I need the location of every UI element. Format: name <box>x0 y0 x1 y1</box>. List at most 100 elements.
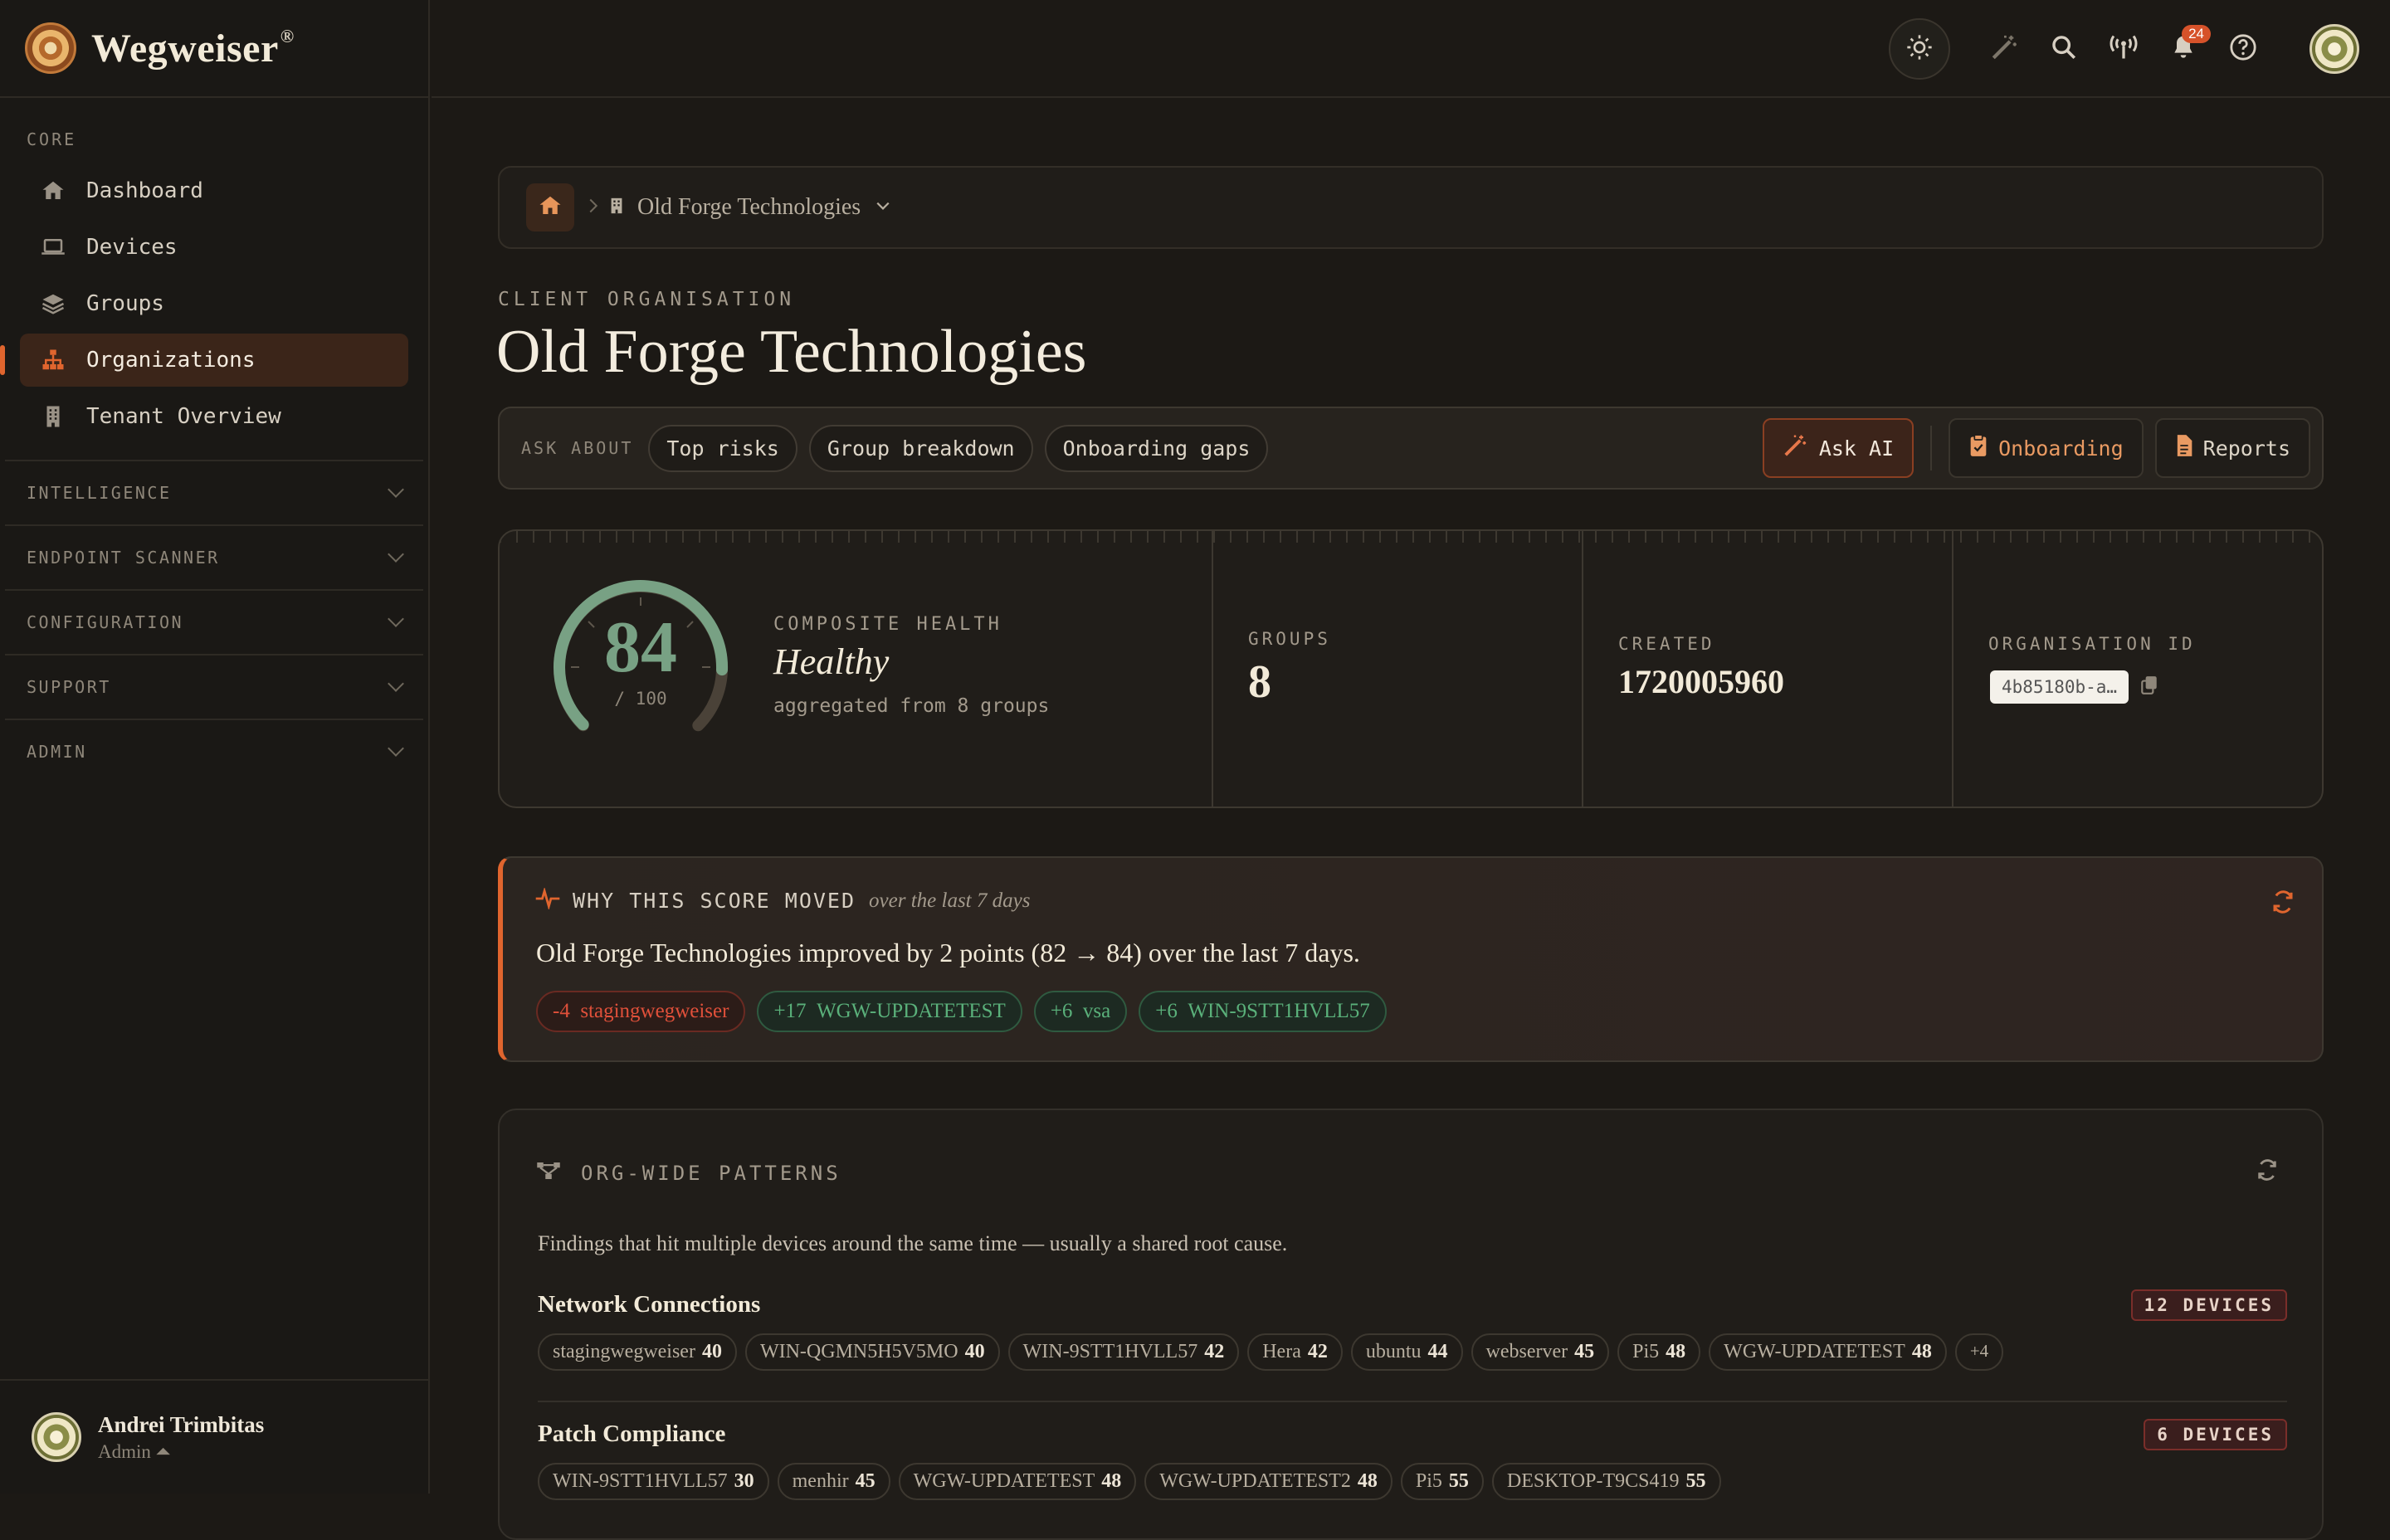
brand-logo <box>25 22 76 74</box>
score-movement-summary: Old Forge Technologies improved by 2 poi… <box>536 938 1360 967</box>
reports-button[interactable]: Reports <box>2154 418 2310 478</box>
chevron-down-icon <box>388 611 404 627</box>
device-chip[interactable]: Hera 42 <box>1247 1333 1343 1371</box>
composite-health-value: Healthy <box>773 641 890 682</box>
sidebar-item-organizations[interactable]: Organizations <box>0 334 408 387</box>
sidebar-item-tenant-overview[interactable]: Tenant Overview <box>20 390 408 443</box>
notifications-button[interactable]: 24 <box>2158 23 2211 75</box>
device-chip[interactable]: WGW-UPDATETEST 48 <box>898 1463 1137 1500</box>
sidebar-item-label: Groups <box>86 291 164 316</box>
device-chip[interactable]: stagingwegweiser 40 <box>538 1333 737 1371</box>
sidebar-section-admin[interactable]: ADMIN <box>5 719 423 783</box>
graph-nodes-icon <box>536 1160 561 1186</box>
ask-ai-label: Ask AI <box>1818 436 1895 461</box>
sidebar: Wegweiser® CORE Dashboard Devices Groups… <box>0 0 430 1494</box>
sidebar-item-label: Dashboard <box>86 178 203 203</box>
ask-chip-top-risks[interactable]: Top risks <box>648 424 797 472</box>
sun-icon <box>1906 34 1933 65</box>
sidebar-section-endpoint-scanner[interactable]: ENDPOINT SCANNER <box>5 524 423 589</box>
theme-toggle-button[interactable] <box>1889 18 1950 80</box>
user-name: Andrei Trimbitas <box>98 1411 265 1437</box>
device-chip[interactable]: webserver 45 <box>1471 1333 1610 1371</box>
device-chip[interactable]: menhir 45 <box>777 1463 890 1500</box>
device-chip[interactable]: Pi5 55 <box>1400 1463 1484 1500</box>
device-chip[interactable]: ubuntu 44 <box>1350 1333 1463 1371</box>
magic-wand-icon <box>1990 33 2018 66</box>
more-devices-chip[interactable]: +4 <box>1954 1333 2004 1371</box>
sidebar-section-support[interactable]: SUPPORT <box>5 654 423 719</box>
onboarding-label: Onboarding <box>1998 436 2124 461</box>
breadcrumb-org-dropdown[interactable]: Old Forge Technologies <box>637 194 861 221</box>
pattern-row[interactable]: Patch Compliance 6 DEVICES WIN-9STT1HVLL… <box>538 1419 2287 1500</box>
building-icon <box>40 403 66 430</box>
help-icon <box>2229 33 2257 66</box>
chevron-down-icon[interactable] <box>876 200 890 216</box>
broadcast-button[interactable] <box>2098 23 2149 75</box>
sidebar-item-label: Tenant Overview <box>86 404 281 429</box>
device-chips: stagingwegweiser 40 WIN-QGMN5H5V5MO 40 WIN… <box>538 1333 2287 1371</box>
score-movement-panel: WHY THIS SCORE MOVED over the last 7 day… <box>498 856 2324 1062</box>
device-count-badge: 6 DEVICES <box>2144 1419 2287 1450</box>
sidebar-section-configuration[interactable]: CONFIGURATION <box>5 589 423 654</box>
search-button[interactable] <box>2038 23 2090 75</box>
page-title: Old Forge Technologies <box>496 318 1087 386</box>
search-icon <box>2050 33 2078 66</box>
home-icon <box>40 178 66 204</box>
delta-chip[interactable]: +6 vsa <box>1033 991 1128 1032</box>
org-id-stat: ORGANISATION ID 4b85180b-a… <box>1952 531 2322 807</box>
section-label: SUPPORT <box>27 677 111 697</box>
refresh-icon[interactable] <box>2270 889 2295 919</box>
sidebar-item-devices[interactable]: Devices <box>20 221 408 274</box>
ask-chip-onboarding-gaps[interactable]: Onboarding gaps <box>1044 424 1269 472</box>
breadcrumb-home-button[interactable] <box>526 183 574 231</box>
onboarding-button[interactable]: Onboarding <box>1949 418 2144 478</box>
created-value: 1720005960 <box>1618 663 1784 700</box>
user-menu[interactable]: Andrei Trimbitas Admin ⏶ <box>0 1379 428 1494</box>
org-id-value[interactable]: 4b85180b-a… <box>1990 670 2129 704</box>
delta-chip[interactable]: +6 WIN-9STT1HVLL57 <box>1139 991 1387 1032</box>
device-chip[interactable]: WGW-UPDATETEST2 48 <box>1144 1463 1393 1500</box>
pattern-row[interactable]: Network Connections 12 DEVICES stagingwe… <box>538 1289 2287 1371</box>
delta-chip[interactable]: +17 WGW-UPDATETEST <box>757 991 1022 1032</box>
delta-chip[interactable]: -4 stagingwegweiser <box>536 991 746 1032</box>
pattern-name: Patch Compliance <box>538 1421 726 1447</box>
refresh-icon[interactable] <box>2256 1158 2279 1186</box>
avatar <box>2310 24 2359 74</box>
section-label: ADMIN <box>27 742 87 762</box>
copy-icon[interactable] <box>2140 675 2158 699</box>
notification-count-badge: 24 <box>2182 25 2211 43</box>
sidebar-item-groups[interactable]: Groups <box>20 277 408 330</box>
pulse-icon <box>534 886 561 914</box>
health-gauge: 84 / 100 <box>549 576 732 758</box>
sidebar-item-dashboard[interactable]: Dashboard <box>20 164 408 217</box>
chevron-down-icon <box>388 740 404 757</box>
antenna-icon <box>2109 32 2139 66</box>
chevron-down-icon <box>388 481 404 498</box>
brand-name: Wegweiser® <box>91 25 295 71</box>
patterns-title: ORG-WIDE PATTERNS <box>581 1161 841 1185</box>
ask-chip-group-breakdown[interactable]: Group breakdown <box>808 424 1033 472</box>
ask-ai-button[interactable]: Ask AI <box>1762 418 1914 478</box>
device-chip[interactable]: WGW-UPDATETEST 48 <box>1709 1333 1947 1371</box>
device-chip[interactable]: WIN-9STT1HVLL57 30 <box>538 1463 769 1500</box>
building-icon <box>607 195 626 221</box>
created-label: CREATED <box>1618 634 1715 654</box>
chevron-down-icon <box>388 675 404 692</box>
device-chip[interactable]: WIN-QGMN5H5V5MO 40 <box>744 1333 1000 1371</box>
device-chip[interactable]: DESKTOP-T9CS419 55 <box>1491 1463 1721 1500</box>
score-movement-title: WHY THIS SCORE MOVED <box>573 889 856 913</box>
device-chip[interactable]: Pi5 48 <box>1617 1333 1701 1371</box>
device-chip[interactable]: WIN-9STT1HVLL57 42 <box>1007 1333 1240 1371</box>
device-count-badge: 12 DEVICES <box>2130 1289 2287 1321</box>
ai-wand-button[interactable] <box>1978 23 2030 75</box>
sidebar-section-intelligence[interactable]: INTELLIGENCE <box>5 460 423 524</box>
divider <box>538 1401 2287 1402</box>
composite-health-subtext: aggregated from 8 groups <box>773 695 1050 717</box>
device-chips: WIN-9STT1HVLL57 30 menhir 45 WGW-UPDATETES… <box>538 1463 2287 1500</box>
help-button[interactable] <box>2217 23 2269 75</box>
clipboard-check-icon <box>1968 434 1988 462</box>
user-avatar-button[interactable] <box>2309 23 2360 75</box>
brand[interactable]: Wegweiser® <box>0 0 428 98</box>
user-role: Admin ⏶ <box>98 1440 172 1462</box>
topbar: 24 <box>432 0 2390 98</box>
